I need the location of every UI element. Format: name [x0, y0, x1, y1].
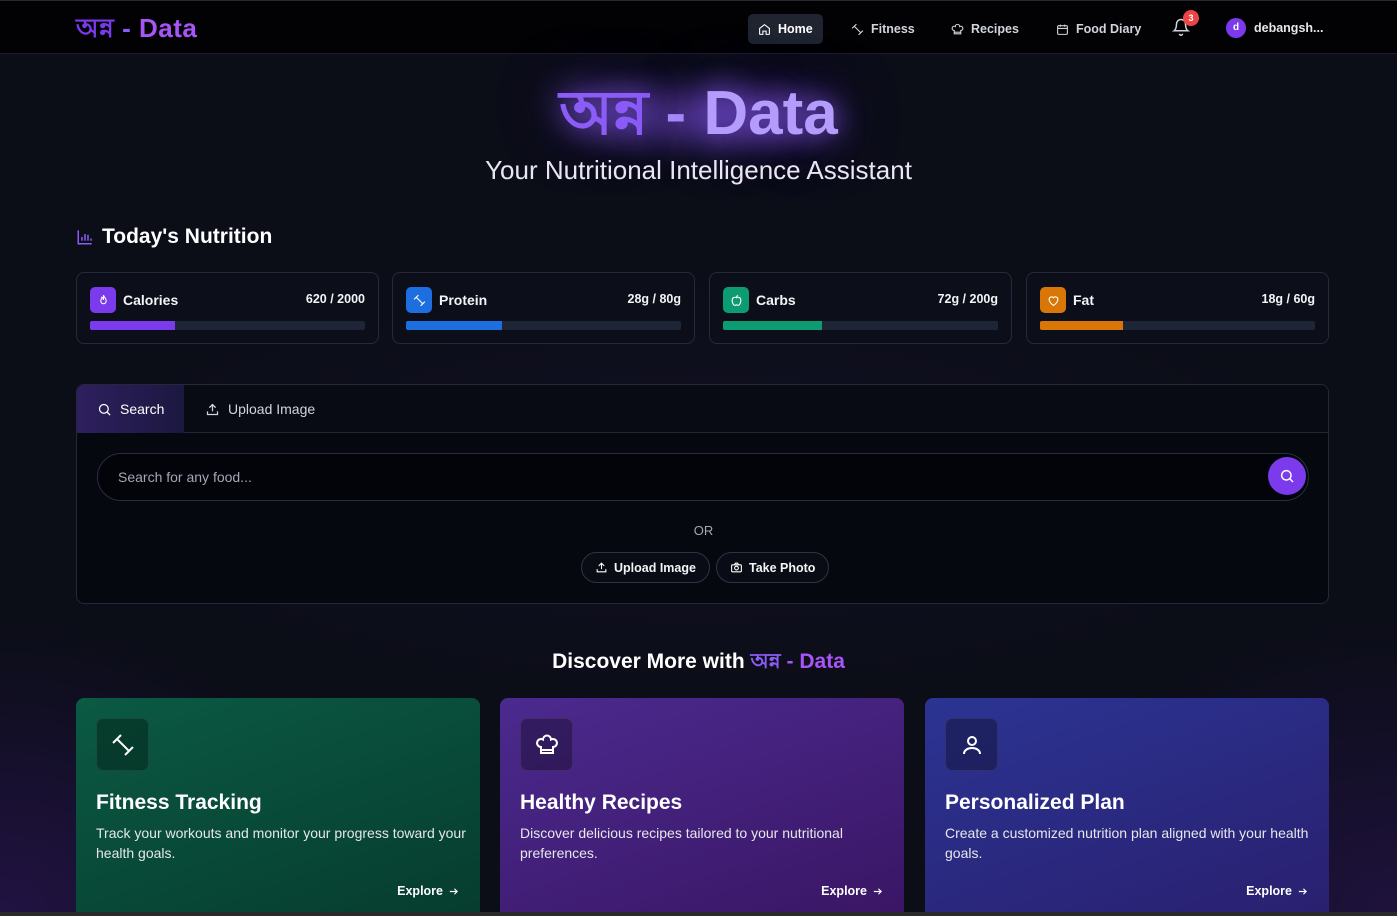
- discover-title-data: Data: [799, 650, 845, 673]
- tab-bar: Search Upload Image: [77, 385, 1328, 433]
- search-icon: [98, 403, 111, 416]
- arrow-right-icon: [449, 887, 458, 895]
- feature-description: Track your workouts and monitor your pro…: [96, 825, 466, 861]
- flame-icon: [90, 287, 116, 313]
- apple-icon: [723, 287, 749, 313]
- calendar-icon: [1057, 24, 1068, 35]
- feature-card-fitness[interactable]: Fitness Tracking Track your workouts and…: [76, 698, 480, 916]
- search-input[interactable]: Search for any food...: [97, 453, 1309, 501]
- nutrition-value: 18g / 60g: [1261, 292, 1316, 306]
- arrow-right-icon: [1298, 887, 1307, 895]
- discover-title-dash: -: [780, 650, 800, 673]
- nav-recipes-label: Recipes: [971, 22, 1019, 36]
- tab-search[interactable]: Search: [77, 385, 185, 433]
- brand-bengali: অন্ন: [76, 13, 115, 43]
- feature-card-recipes[interactable]: Healthy Recipes Discover delicious recip…: [500, 698, 904, 916]
- hero-subtitle: Your Nutritional Intelligence Assistant: [485, 155, 912, 185]
- food-search-panel: Search Upload Image Search for any food.…: [76, 384, 1329, 604]
- nav-food-diary-label: Food Diary: [1076, 22, 1142, 36]
- user-icon: [945, 718, 998, 771]
- nutrition-label: Protein: [439, 292, 488, 308]
- feature-card-plan[interactable]: Personalized Plan Create a customized nu…: [925, 698, 1329, 916]
- search-button[interactable]: [1268, 457, 1306, 495]
- upload-image-button[interactable]: Upload Image: [581, 552, 710, 583]
- feature-title: Fitness Tracking: [96, 791, 262, 814]
- nav-fitness[interactable]: Fitness: [841, 14, 925, 44]
- take-photo-button[interactable]: Take Photo: [716, 552, 830, 583]
- nutrition-label: Fat: [1073, 292, 1094, 308]
- bottom-edge: [0, 912, 1397, 916]
- nutrition-section-title: Today's Nutrition: [76, 225, 272, 249]
- top-navbar: অন্ন - Data Home Fitness Recipes Food Di…: [0, 0, 1397, 54]
- nutrition-progress-fill: [723, 321, 822, 330]
- take-photo-label: Take Photo: [749, 560, 816, 575]
- tab-search-label: Search: [120, 401, 165, 417]
- nutrition-progress-fill: [90, 321, 176, 330]
- home-icon: [759, 23, 770, 35]
- username: debangsh...: [1254, 21, 1324, 35]
- nutrition-value: 72g / 200g: [937, 292, 998, 306]
- hero-title-dash: -: [648, 79, 704, 148]
- nav-home[interactable]: Home: [748, 14, 823, 44]
- user-menu[interactable]: d debangsh...: [1226, 18, 1323, 38]
- hero-title-bengali: অন্ন: [559, 79, 649, 148]
- hero-title: অন্ন - Data: [0, 78, 1397, 150]
- brand-logo[interactable]: অন্ন - Data: [76, 13, 197, 43]
- nutrition-card-calories: Calories 620 / 2000: [76, 272, 379, 344]
- chef-hat-icon: [951, 23, 964, 34]
- tab-upload-image[interactable]: Upload Image: [205, 385, 315, 433]
- brand-dash: -: [114, 13, 139, 43]
- dumbbell-icon: [851, 23, 864, 35]
- nutrition-progress-fill: [1040, 321, 1123, 330]
- nutrition-value: 620 / 2000: [305, 292, 365, 306]
- nav-fitness-label: Fitness: [871, 22, 915, 36]
- notification-badge: 3: [1183, 10, 1199, 26]
- avatar: d: [1226, 18, 1246, 38]
- search-icon: [1280, 469, 1294, 483]
- dumbbell-icon: [96, 718, 149, 771]
- camera-icon: [731, 562, 742, 573]
- nutrition-value: 28g / 80g: [627, 292, 682, 306]
- feature-title: Healthy Recipes: [520, 791, 683, 814]
- arrow-right-icon: [873, 887, 882, 895]
- feature-title: Personalized Plan: [945, 791, 1125, 814]
- brand-data: Data: [138, 13, 198, 43]
- feature-description: Create a customized nutrition plan align…: [945, 825, 1309, 861]
- nutrition-progress-track: [90, 321, 365, 330]
- explore-label: Explore: [1246, 884, 1292, 898]
- hero-title-data: Data: [703, 79, 838, 148]
- nutrition-progress-track: [723, 321, 998, 330]
- upload-icon: [206, 403, 219, 415]
- nutrition-label: Carbs: [756, 292, 796, 308]
- explore-link[interactable]: Explore: [397, 884, 459, 898]
- nutrition-progress-track: [1040, 321, 1315, 330]
- nav-home-label: Home: [778, 22, 813, 36]
- explore-link[interactable]: Explore: [821, 884, 883, 898]
- discover-title-bengali: অন্ন: [750, 650, 781, 673]
- chef-hat-icon: [520, 718, 573, 771]
- explore-link[interactable]: Explore: [1246, 884, 1308, 898]
- nav-food-diary[interactable]: Food Diary: [1046, 14, 1151, 44]
- nav-recipes[interactable]: Recipes: [941, 14, 1029, 44]
- nutrition-card-fat: Fat 18g / 60g: [1026, 272, 1329, 344]
- dumbbell-icon: [406, 287, 432, 313]
- nutrition-progress-track: [406, 321, 681, 330]
- explore-label: Explore: [821, 884, 867, 898]
- bar-chart-icon: [77, 230, 92, 245]
- upload-image-label: Upload Image: [614, 560, 696, 575]
- nutrition-progress-fill: [406, 321, 503, 330]
- nutrition-card-protein: Protein 28g / 80g: [392, 272, 695, 344]
- tab-upload-label: Upload Image: [228, 401, 316, 417]
- or-divider: OR: [693, 523, 714, 538]
- discover-title-prefix: Discover More with: [552, 650, 751, 673]
- explore-label: Explore: [397, 884, 443, 898]
- upload-icon: [596, 562, 607, 573]
- nutrition-label: Calories: [123, 292, 179, 308]
- discover-title: Discover More with অন্ন - Data: [0, 645, 1397, 680]
- search-placeholder: Search for any food...: [118, 469, 252, 485]
- nutrition-card-carbs: Carbs 72g / 200g: [709, 272, 1012, 344]
- heart-icon: [1040, 287, 1066, 313]
- feature-description: Discover delicious recipes tailored to y…: [520, 825, 843, 861]
- nutrition-title: Today's Nutrition: [102, 225, 273, 248]
